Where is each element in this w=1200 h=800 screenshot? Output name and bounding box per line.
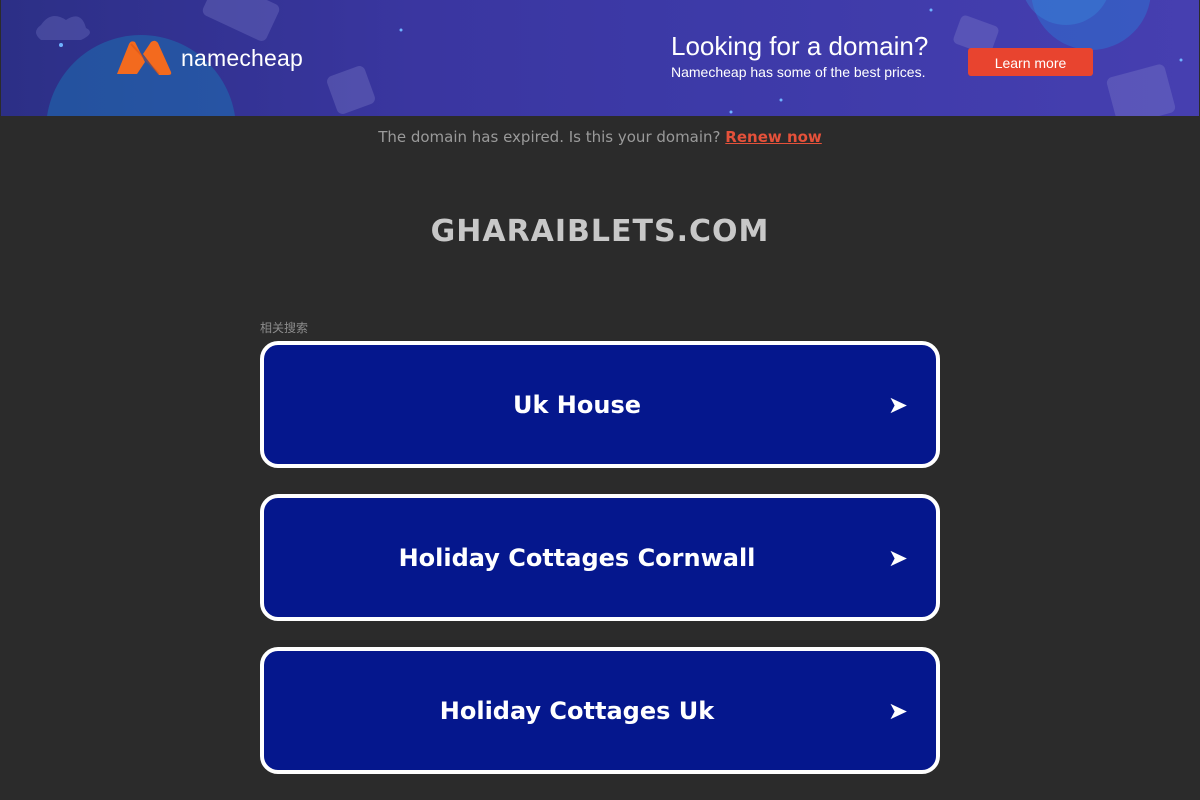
arrow-right-icon: ➤ xyxy=(887,390,908,419)
namecheap-ad-banner[interactable]: namecheap Looking for a domain? Namechea… xyxy=(1,0,1199,116)
related-search-label: Holiday Cottages Uk xyxy=(439,696,715,725)
namecheap-logo-text: namecheap xyxy=(181,44,303,71)
namecheap-logo[interactable]: namecheap xyxy=(115,40,303,76)
arrow-right-icon: ➤ xyxy=(887,696,908,725)
related-searches-list: Uk House ➤ Holiday Cottages Cornwall ➤ H… xyxy=(260,341,940,800)
arrow-right-icon: ➤ xyxy=(887,543,908,572)
banner-headline: Looking for a domain? xyxy=(671,31,929,61)
expired-notice-text: The domain has expired. Is this your dom… xyxy=(378,128,721,146)
related-searches-label: 相关搜索 xyxy=(260,321,309,335)
related-search-item[interactable]: Holiday Cottages Uk ➤ xyxy=(260,647,940,774)
namecheap-logo-icon xyxy=(117,40,172,75)
related-search-label: Uk House xyxy=(512,390,642,419)
learn-more-button[interactable]: Learn more xyxy=(968,48,1093,76)
banner-subline: Namecheap has some of the best prices. xyxy=(671,64,926,80)
banner-promo: Looking for a domain? Namecheap has some… xyxy=(671,30,928,80)
related-search-item[interactable]: Uk House ➤ xyxy=(260,341,940,468)
related-search-item[interactable]: Holiday Cottages Cornwall ➤ xyxy=(260,494,940,621)
related-search-label: Holiday Cottages Cornwall xyxy=(398,543,756,572)
expired-notice: The domain has expired. Is this your dom… xyxy=(0,128,1200,146)
renew-now-link[interactable]: Renew now xyxy=(725,128,822,146)
domain-title: GHARAIBLETS.COM xyxy=(430,214,770,249)
